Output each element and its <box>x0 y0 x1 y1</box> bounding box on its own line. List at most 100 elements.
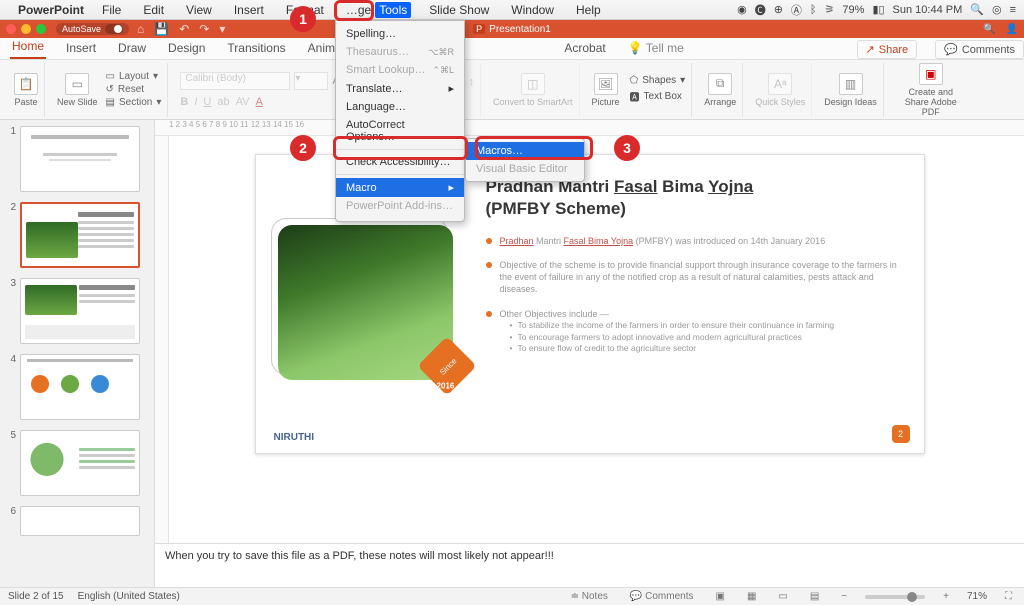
spotlight-icon[interactable]: 🔍 <box>970 3 984 16</box>
slide-subtitle[interactable]: (PMFBY Scheme) <box>486 199 904 219</box>
tab-home[interactable]: Home <box>10 36 46 59</box>
zoom-percent[interactable]: 71% <box>967 591 987 602</box>
slide-thumb-5[interactable] <box>20 430 140 496</box>
designideas-button[interactable]: ▥ Design Ideas <box>824 73 877 107</box>
text-direction-icon[interactable]: ↕ <box>469 76 475 89</box>
qat-more-icon[interactable]: ▾ <box>219 22 225 36</box>
menu-macro[interactable]: Macro▸ <box>336 178 464 197</box>
menu-spelling[interactable]: Spelling… <box>336 25 464 43</box>
menu-thesaurus[interactable]: Thesaurus…⌥⌘R <box>336 43 464 61</box>
window-controls[interactable] <box>6 24 46 34</box>
font-size-select[interactable]: ▾ <box>294 72 328 90</box>
menu-addins[interactable]: PowerPoint Add-ins… <box>336 197 464 215</box>
italic-icon[interactable]: I <box>194 96 197 108</box>
slide-logo: NIRUTHI <box>274 432 315 443</box>
adobe-pdf-button[interactable]: ▣ Create and Share Adobe PDF <box>896 63 966 117</box>
zoom-in-icon[interactable]: + <box>939 591 953 602</box>
convert-smartart-button[interactable]: ◫ Convert to SmartArt <box>493 73 573 107</box>
layout-button[interactable]: ▭ Layout ▾ <box>106 71 162 82</box>
autosave-switch-icon[interactable] <box>105 24 123 34</box>
slide-thumb-2[interactable] <box>20 202 140 268</box>
notifications-icon[interactable]: ≡ <box>1010 4 1016 16</box>
font-color-icon[interactable]: A <box>255 96 262 108</box>
menu-help[interactable]: Help <box>572 2 605 18</box>
bold-icon[interactable]: B <box>180 96 188 108</box>
save-icon[interactable]: 💾 <box>154 22 169 36</box>
menu-window[interactable]: Window <box>507 2 558 18</box>
menu-smart-lookup[interactable]: Smart Lookup…⌃⌘L <box>336 61 464 79</box>
menu-edit[interactable]: Edit <box>139 2 168 18</box>
menu-file[interactable]: File <box>98 2 125 18</box>
tab-design[interactable]: Design <box>166 38 207 59</box>
textbox-button[interactable]: 🅰 Text Box <box>630 89 686 104</box>
slide-thumb-3[interactable] <box>20 278 140 344</box>
zoom-out-icon[interactable]: − <box>837 591 851 602</box>
battery-percent: 79% <box>842 4 864 16</box>
tab-insert[interactable]: Insert <box>64 38 98 59</box>
redo-icon[interactable]: ↷ <box>199 22 209 36</box>
slide-thumb-4[interactable] <box>20 354 140 420</box>
tab-draw[interactable]: Draw <box>116 38 148 59</box>
picture-button[interactable]: 🖼 Picture <box>592 73 620 107</box>
strike-icon[interactable]: ab <box>217 96 229 108</box>
callout-number-3: 3 <box>614 135 640 161</box>
section-button[interactable]: ▤ Section ▾ <box>106 97 162 108</box>
reset-button[interactable]: ↺ Reset <box>106 84 162 95</box>
slide-thumb-6[interactable] <box>20 506 140 536</box>
view-reading-icon[interactable]: ▭ <box>774 591 791 602</box>
document-title[interactable]: P Presentation1 <box>473 24 551 35</box>
arrange-button[interactable]: ⧉ Arrange <box>704 73 736 107</box>
menu-language[interactable]: Language… <box>336 98 464 116</box>
shapes-button[interactable]: ⬠ Shapes ▾ <box>630 75 686 86</box>
bullet-2[interactable]: Objective of the scheme is to provide fi… <box>486 259 904 295</box>
submenu-vbe[interactable]: Visual Basic Editor <box>466 160 584 178</box>
status-language[interactable]: English (United States) <box>78 591 180 602</box>
app-name[interactable]: PowerPoint <box>18 3 84 17</box>
account-icon[interactable]: 👤 <box>1006 24 1018 35</box>
menu-slideshow[interactable]: Slide Show <box>425 2 493 18</box>
menu-insert[interactable]: Insert <box>230 2 268 18</box>
status-notes-button[interactable]: ≐ Notes <box>567 591 612 602</box>
notes-pane[interactable]: When you try to save this file as a PDF,… <box>155 543 1024 587</box>
quickstyles-button[interactable]: Aᵃ Quick Styles <box>755 73 805 107</box>
tell-me[interactable]: 💡 Tell me <box>626 38 686 59</box>
highlight-icon[interactable]: AV <box>236 96 250 108</box>
control-center-icon[interactable]: ◎ <box>992 3 1002 16</box>
powerpoint-file-icon: P <box>473 24 485 34</box>
menu-view[interactable]: View <box>182 2 216 18</box>
bluetooth-icon[interactable]: ᛒ <box>810 4 817 16</box>
view-slideshow-icon[interactable]: ▤ <box>806 591 823 602</box>
autosave-toggle[interactable]: AutoSave <box>56 23 129 35</box>
insert-group: 🖼 Picture ⬠ Shapes ▾ 🅰 Text Box <box>586 63 693 117</box>
share-button[interactable]: ↗ Share <box>857 40 918 59</box>
tab-transitions[interactable]: Transitions <box>225 38 287 59</box>
new-slide-label: New Slide <box>57 97 98 107</box>
status-slide-number[interactable]: Slide 2 of 15 <box>8 591 64 602</box>
editor-area: 1 2 3 4 5 6 7 8 9 10 11 12 13 14 15 16 S… <box>155 120 1024 587</box>
bullet-3[interactable]: Other Objectives include — To stabilize … <box>486 308 904 356</box>
slide-canvas-area[interactable]: Since2016 NIRUTHI 2 Pradhan Mantri Fasal… <box>155 136 1024 543</box>
thumbnail-pane[interactable]: 1 2 3 4 5 <box>0 120 155 587</box>
fit-to-window-icon[interactable]: ⛶ <box>1001 591 1016 602</box>
status-comments-button[interactable]: 💬 Comments <box>626 591 698 602</box>
menu-tools[interactable]: Tools <box>375 2 411 18</box>
thumb-number: 5 <box>6 430 16 441</box>
new-slide-button[interactable]: ▭ New Slide <box>57 73 98 107</box>
tab-acrobat[interactable]: Acrobat <box>562 38 607 59</box>
clock[interactable]: Sun 10:44 PM <box>893 4 963 16</box>
undo-icon[interactable]: ↶ <box>179 22 189 36</box>
font-family-select[interactable]: Calibri (Body) <box>180 72 290 90</box>
comments-button[interactable]: 💬 Comments <box>935 40 1024 59</box>
zoom-slider[interactable] <box>865 595 925 599</box>
view-normal-icon[interactable]: ▣ <box>711 591 728 602</box>
paste-button[interactable]: 📋 Paste <box>14 73 38 107</box>
status-bar: Slide 2 of 15 English (United States) ≐ … <box>0 587 1024 605</box>
underline-icon[interactable]: U <box>203 96 211 108</box>
menu-translate[interactable]: Translate…▸ <box>336 79 464 98</box>
bullet-1[interactable]: Pradhan Mantri Fasal Bima Yojna (PMFBY) … <box>486 235 904 247</box>
slide-thumb-1[interactable] <box>20 126 140 192</box>
home-icon[interactable]: ⌂ <box>137 22 144 36</box>
view-sorter-icon[interactable]: ▦ <box>743 591 760 602</box>
wifi-icon[interactable]: ⚞ <box>825 3 835 16</box>
search-icon[interactable]: 🔍 <box>983 24 995 35</box>
